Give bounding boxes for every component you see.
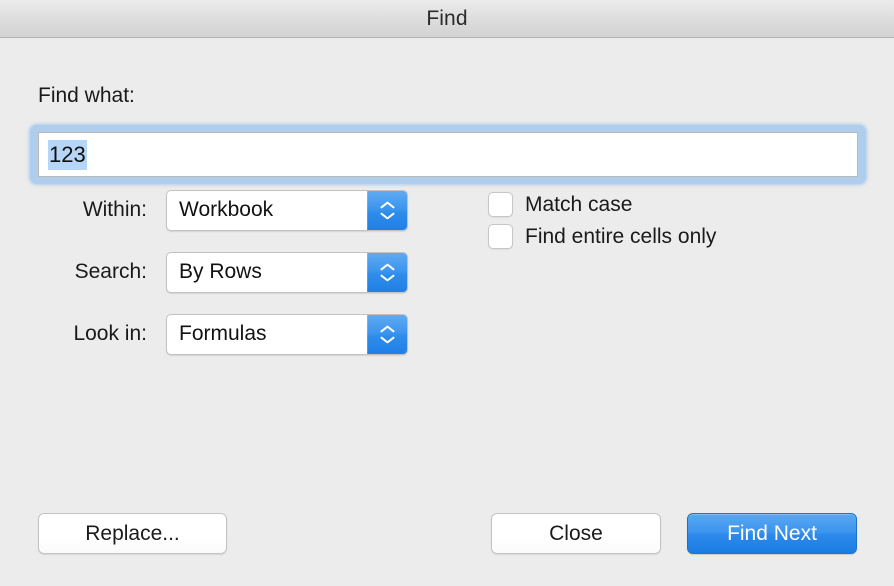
- option-row-look-in: Look in: Formulas: [0, 313, 408, 355]
- within-stepper[interactable]: [367, 190, 407, 230]
- find-what-label: Find what:: [38, 84, 135, 107]
- find-entire-cells-only-label: Find entire cells only: [525, 224, 717, 248]
- look-in-label: Look in:: [73, 322, 147, 345]
- within-select[interactable]: Workbook: [166, 189, 408, 231]
- search-direction-select-value: By Rows: [179, 260, 262, 283]
- within-label: Within:: [82, 198, 147, 221]
- replace-button[interactable]: Replace...: [38, 513, 227, 554]
- match-case-label: Match case: [525, 192, 633, 216]
- look-in-stepper[interactable]: [367, 314, 407, 354]
- match-case-checkbox-row[interactable]: Match case: [488, 192, 632, 217]
- search-input-value: 123: [48, 139, 87, 170]
- find-dialog-window: Find Find what: 123 Within: Workbook Sea…: [0, 0, 894, 586]
- search-input[interactable]: 123: [38, 132, 858, 177]
- search-direction-select[interactable]: By Rows: [166, 251, 408, 293]
- search-direction-label: Search:: [74, 260, 147, 283]
- look-in-select[interactable]: Formulas: [166, 313, 408, 355]
- within-select-value: Workbook: [179, 198, 274, 221]
- chevron-up-icon: [380, 263, 395, 271]
- titlebar: Find: [0, 0, 894, 38]
- option-row-within: Within: Workbook: [0, 189, 408, 231]
- match-case-checkbox[interactable]: [488, 192, 513, 217]
- find-next-button[interactable]: Find Next: [687, 513, 857, 554]
- chevron-down-icon: [380, 274, 395, 282]
- search-input-focus-ring: 123: [30, 125, 866, 184]
- find-entire-cells-only-checkbox[interactable]: [488, 224, 513, 249]
- chevron-down-icon: [380, 336, 395, 344]
- option-row-search: Search: By Rows: [0, 251, 408, 293]
- chevron-up-icon: [380, 325, 395, 333]
- find-entire-cells-only-checkbox-row[interactable]: Find entire cells only: [488, 224, 716, 249]
- search-direction-stepper[interactable]: [367, 252, 407, 292]
- close-button[interactable]: Close: [491, 513, 661, 554]
- window-title: Find: [426, 7, 468, 30]
- chevron-up-icon: [380, 201, 395, 209]
- chevron-down-icon: [380, 212, 395, 220]
- look-in-select-value: Formulas: [179, 322, 267, 345]
